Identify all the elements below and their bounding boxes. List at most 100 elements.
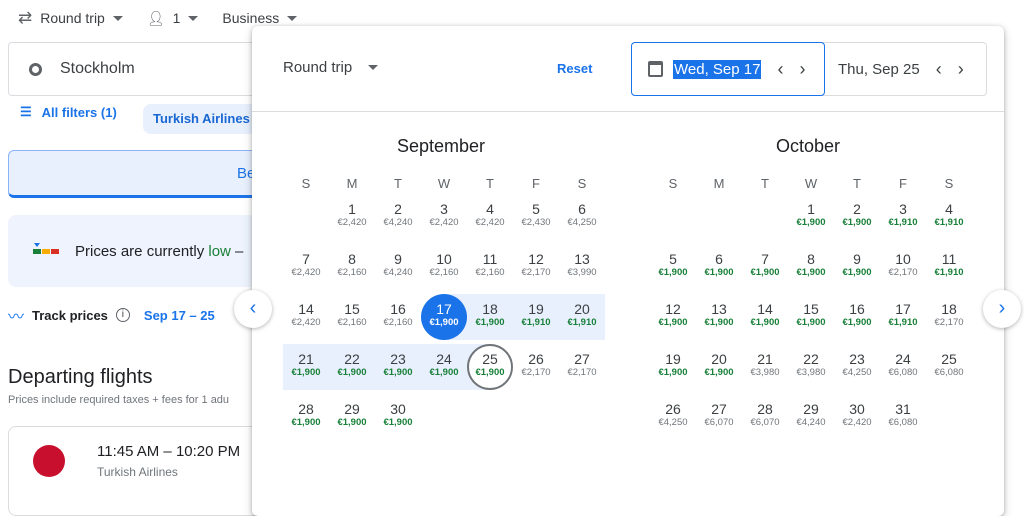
- passengers-select[interactable]: 👤︎ 1: [147, 10, 199, 27]
- cabin-label: Business: [222, 10, 280, 26]
- calendar-day[interactable]: 9 €1,900: [834, 244, 880, 290]
- day-price: €4,240: [383, 217, 413, 228]
- departure-date-field[interactable]: Wed, Sep 17 ‹ ›: [631, 42, 825, 96]
- calendar-day[interactable]: 22 €1,900: [329, 344, 375, 390]
- day-number: 15: [803, 301, 819, 317]
- day-number: 3: [899, 201, 907, 217]
- calendar-day[interactable]: 5 €1,900: [650, 244, 696, 290]
- calendar-day[interactable]: 20 €1,910: [559, 294, 605, 340]
- day-price: €1,900: [658, 267, 688, 278]
- day-number: 3: [440, 201, 448, 217]
- calendar-day[interactable]: 31 €6,080: [880, 394, 926, 440]
- calendar-day[interactable]: 5 €2,430: [513, 194, 559, 240]
- calendar-day[interactable]: 30 €1,900: [375, 394, 421, 440]
- return-prev-day-button[interactable]: ‹: [936, 59, 942, 80]
- calendar-day[interactable]: 18 €2,170: [926, 294, 972, 340]
- day-price: €4,250: [842, 367, 872, 378]
- day-number: 1: [807, 201, 815, 217]
- reset-button[interactable]: Reset: [557, 61, 592, 76]
- calendar-day[interactable]: 24 €1,900: [421, 344, 467, 390]
- calendar-day[interactable]: 18 €1,900: [467, 294, 513, 340]
- weekday-label: T: [853, 176, 861, 191]
- calendar-day[interactable]: 2 €4,240: [375, 194, 421, 240]
- trend-icon: 〰: [8, 309, 25, 326]
- next-month-button[interactable]: ›: [983, 290, 1021, 328]
- trip-type-select[interactable]: ⇄ Round trip: [18, 8, 123, 28]
- day-number: 6: [578, 201, 586, 217]
- calendar-day[interactable]: 15 €1,900: [788, 294, 834, 340]
- calendar-day[interactable]: 26 €2,170: [513, 344, 559, 390]
- calendar-day[interactable]: 19 €1,900: [650, 344, 696, 390]
- calendar-day[interactable]: 29 €1,900: [329, 394, 375, 440]
- calendar-day[interactable]: 14 €1,900: [742, 294, 788, 340]
- calendar-day[interactable]: 1 €2,420: [329, 194, 375, 240]
- calendar-day[interactable]: 4 €1,910: [926, 194, 972, 240]
- calendar-day[interactable]: 21 €1,900: [283, 344, 329, 390]
- departure-next-day-button[interactable]: ›: [799, 59, 805, 80]
- info-icon[interactable]: i: [115, 308, 130, 322]
- calendar-day[interactable]: 16 €1,900: [834, 294, 880, 340]
- calendar-day[interactable]: 23 €4,250: [834, 344, 880, 390]
- calendar-day[interactable]: 8 €1,900: [788, 244, 834, 290]
- calendar-day[interactable]: 11 €2,160: [467, 244, 513, 290]
- calendar-day[interactable]: 11 €1,910: [926, 244, 972, 290]
- calendar-day[interactable]: 24 €6,080: [880, 344, 926, 390]
- calendar-day[interactable]: 3 €1,910: [880, 194, 926, 240]
- calendar-day[interactable]: 16 €2,160: [375, 294, 421, 340]
- calendar-day[interactable]: 6 €4,250: [559, 194, 605, 240]
- day-price: €1,900: [842, 217, 872, 228]
- calendar-day[interactable]: 19 €1,910: [513, 294, 559, 340]
- calendar-day[interactable]: 13 €3,990: [559, 244, 605, 290]
- day-price: €1,910: [521, 317, 551, 328]
- calendar-day[interactable]: 15 €2,160: [329, 294, 375, 340]
- day-price: €1,910: [934, 217, 964, 228]
- calendar-day[interactable]: 6 €1,900: [696, 244, 742, 290]
- picker-trip-type-select[interactable]: Round trip: [283, 59, 379, 76]
- calendar-day[interactable]: 29 €4,240: [788, 394, 834, 440]
- calendar-day[interactable]: 14 €2,420: [283, 294, 329, 340]
- calendar-day[interactable]: 4 €2,420: [467, 194, 513, 240]
- calendar-day[interactable]: 25 €1,900: [467, 344, 513, 390]
- calendar-day[interactable]: 23 €1,900: [375, 344, 421, 390]
- calendar-day[interactable]: 28 €1,900: [283, 394, 329, 440]
- calendar-day[interactable]: 12 €1,900: [650, 294, 696, 340]
- calendar-day[interactable]: 25 €6,080: [926, 344, 972, 390]
- best-tab[interactable]: Be: [8, 150, 268, 198]
- previous-month-button[interactable]: ‹: [234, 290, 272, 328]
- flight-result[interactable]: 11:45 AM – 10:20 PM Turkish Airlines: [8, 426, 268, 516]
- origin-input[interactable]: Stockholm: [8, 42, 268, 96]
- calendar-day[interactable]: 27 €6,070: [696, 394, 742, 440]
- calendar-day[interactable]: 3 €2,420: [421, 194, 467, 240]
- cabin-select[interactable]: Business: [222, 10, 298, 26]
- calendar-day[interactable]: 30 €2,420: [834, 394, 880, 440]
- calendar-day[interactable]: 21 €3,980: [742, 344, 788, 390]
- calendar-day[interactable]: 8 €2,160: [329, 244, 375, 290]
- all-filters-button[interactable]: ☰ All filters (1): [20, 104, 117, 120]
- day-number: 10: [895, 251, 911, 267]
- calendar-day[interactable]: 2 €1,900: [834, 194, 880, 240]
- day-price: €2,160: [475, 267, 505, 278]
- calendar-day[interactable]: 1 €1,900: [788, 194, 834, 240]
- calendar-day[interactable]: 17 €1,900: [421, 294, 467, 340]
- day-number: 29: [344, 401, 360, 417]
- calendar-day[interactable]: 10 €2,170: [880, 244, 926, 290]
- day-number: 23: [390, 351, 406, 367]
- calendar-day[interactable]: 27 €2,170: [559, 344, 605, 390]
- calendar-day[interactable]: 28 €6,070: [742, 394, 788, 440]
- return-date-field[interactable]: Thu, Sep 25 ‹ ›: [838, 43, 964, 95]
- calendar-day[interactable]: 10 €2,160: [421, 244, 467, 290]
- calendar-day[interactable]: 26 €4,250: [650, 394, 696, 440]
- calendar-day[interactable]: 13 €1,900: [696, 294, 742, 340]
- calendar-day[interactable]: 17 €1,910: [880, 294, 926, 340]
- caret-down-icon: [368, 65, 379, 70]
- calendar-day[interactable]: 12 €2,170: [513, 244, 559, 290]
- departure-prev-day-button[interactable]: ‹: [777, 59, 783, 80]
- day-price: €1,900: [796, 267, 826, 278]
- calendar-day[interactable]: 7 €1,900: [742, 244, 788, 290]
- day-number: 9: [394, 251, 402, 267]
- calendar-day[interactable]: 7 €2,420: [283, 244, 329, 290]
- calendar-day[interactable]: 9 €4,240: [375, 244, 421, 290]
- calendar-day[interactable]: 20 €1,900: [696, 344, 742, 390]
- return-next-day-button[interactable]: ›: [958, 59, 964, 80]
- calendar-day[interactable]: 22 €3,980: [788, 344, 834, 390]
